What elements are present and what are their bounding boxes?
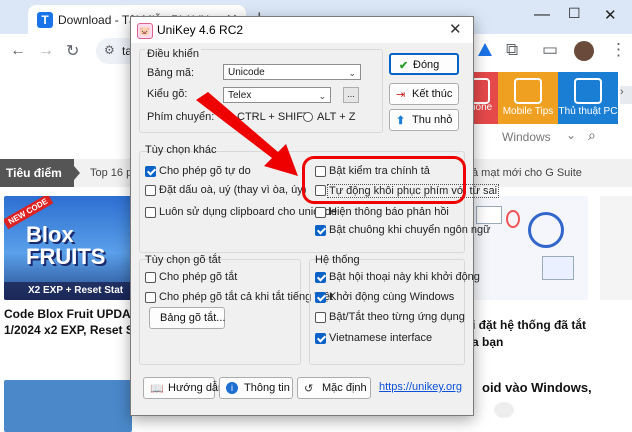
highlight-box — [302, 156, 466, 204]
arrow-shape — [196, 92, 298, 176]
annotation-arrow — [196, 92, 298, 176]
